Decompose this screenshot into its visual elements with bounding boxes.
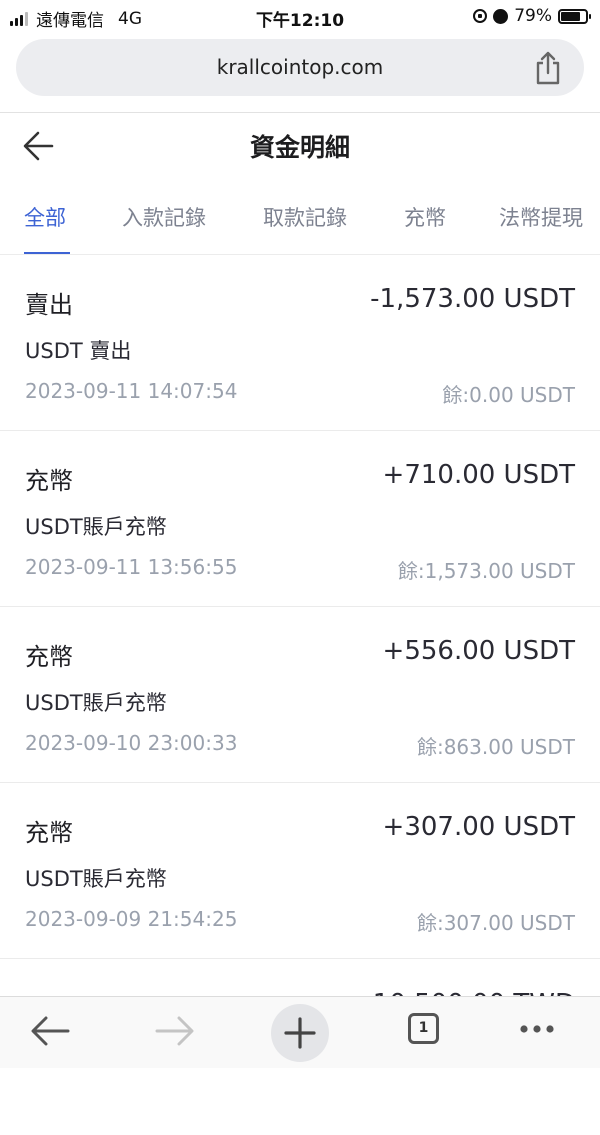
record-description: USDT 賣出 [25,339,132,363]
share-icon[interactable] [534,51,562,85]
tab-coin-deposit[interactable]: 充幣 [404,202,446,232]
tabs-button[interactable]: 1 [400,1009,450,1053]
browser-forward-icon[interactable] [150,1009,200,1053]
divider [0,112,600,113]
record-balance: 餘:1,573.00 USDT [397,559,575,583]
alarm-icon [493,8,509,24]
record-time: 2023-09-11 14:07:54 [25,379,238,403]
list-item[interactable]: 充幣 +307.00 USDT USDT賬戶充幣 2023-09-09 21:5… [0,783,600,959]
rotation-lock-icon [473,9,488,23]
list-item[interactable]: 充幣 +556.00 USDT USDT賬戶充幣 2023-09-10 23:0… [0,607,600,783]
address-bar[interactable]: krallcointop.com [16,39,584,96]
record-type: 賣出 [25,291,73,319]
tab-withdrawals[interactable]: 取款記錄 [263,202,347,232]
tab-count: 1 [408,1013,439,1044]
record-type: 充幣 [25,467,73,495]
record-amount: +556.00 USDT [382,636,575,666]
status-bar-right: 79% [473,6,591,26]
record-balance: 餘:863.00 USDT [416,735,575,759]
record-type: 充幣 [25,643,73,671]
browser-back-icon[interactable] [25,1009,75,1053]
record-balance: 餘:307.00 USDT [416,911,575,935]
tab-deposits[interactable]: 入款記錄 [122,202,206,232]
record-description: USDT賬戶充幣 [25,515,167,539]
tab-bar: 全部 入款記錄 取款記錄 充幣 法幣提現 [0,196,600,254]
list-item[interactable]: 充幣 +710.00 USDT USDT賬戶充幣 2023-09-11 13:5… [0,431,600,607]
record-time: 2023-09-11 13:56:55 [25,555,238,579]
status-bar: 遠傳電信 4G 下午12:10 79% [0,0,600,34]
tab-fiat-withdrawal[interactable]: 法幣提現 [499,202,583,232]
new-tab-icon[interactable] [271,1004,329,1062]
record-description: USDT賬戶充幣 [25,691,167,715]
battery-icon [558,8,591,24]
record-amount: -1,573.00 USDT [370,284,575,314]
browser-toolbar: 1 [0,996,600,1068]
tab-all[interactable]: 全部 [24,202,66,232]
battery-percent: 79% [514,6,552,26]
record-amount: +307.00 USDT [382,812,575,842]
page-title: 資金明細 [249,133,350,162]
record-type: 充幣 [25,819,73,847]
list-item[interactable]: 賣出 -1,573.00 USDT USDT 賣出 2023-09-11 14:… [0,255,600,431]
url-text[interactable]: krallcointop.com [16,55,584,79]
record-balance: 餘:0.00 USDT [442,383,575,407]
more-icon[interactable] [512,1009,562,1053]
record-time: 2023-09-09 21:54:25 [25,907,238,931]
record-time: 2023-09-10 23:00:33 [25,731,238,755]
record-description: USDT賬戶充幣 [25,867,167,891]
record-amount: +710.00 USDT [382,460,575,490]
